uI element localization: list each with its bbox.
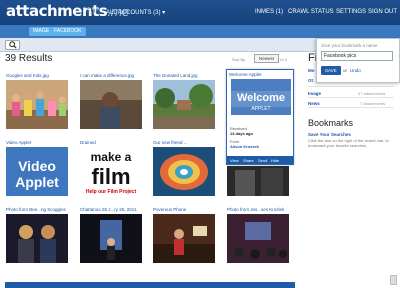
thumb-image[interactable]: make a film Help our Film Project	[80, 147, 142, 196]
sort-label: Sort By	[232, 57, 246, 62]
thumb-image[interactable]	[80, 214, 142, 263]
kids-photo	[6, 80, 68, 129]
dark-photo	[227, 166, 289, 196]
search-button[interactable]	[5, 40, 20, 50]
thumb-card[interactable]: Drained make a film Help our Film Projec…	[80, 140, 142, 196]
received-value: 13 days ago	[230, 131, 253, 136]
concert-photo	[6, 214, 68, 263]
sidebar-row-news[interactable]: News	[308, 101, 320, 106]
thumb-title[interactable]: Photo from Jes...ses Krozlek	[227, 207, 289, 213]
welcome-applet-thumbnail[interactable]: Welcome APPLET	[231, 79, 291, 115]
video-applet-art: Video Applet	[6, 147, 68, 196]
film-sub-text: Help our Film Project	[86, 189, 137, 195]
thumb-card[interactable]: Our new friend ...	[153, 140, 215, 196]
thumb-image[interactable]	[6, 80, 68, 129]
thumb-image[interactable]	[227, 166, 289, 196]
undo-link[interactable]: Undo	[350, 68, 361, 73]
thumb-card[interactable]: Poverous Phone	[153, 207, 215, 263]
thumb-card[interactable]	[227, 165, 289, 196]
applet-text: APPLET	[251, 106, 270, 112]
filter-pill-facebook[interactable]: FACEBOOK	[50, 27, 86, 36]
bookmark-popup: Give your bookmark a name Facebook pics …	[316, 38, 400, 83]
pager[interactable]: 1 to 2	[277, 57, 287, 62]
thumb-card[interactable]: Photo from Jes...ses Krozlek	[227, 207, 289, 263]
filter-bar: IMAGE FACEBOOK	[0, 25, 400, 38]
thumb-card[interactable]: The Donated Land.jpg	[153, 73, 215, 129]
search-icon	[8, 41, 17, 49]
from-value[interactable]: Alison Kroszek	[230, 144, 259, 149]
thumb-card[interactable]: Photo from Bee...ng Scoggins	[6, 207, 68, 263]
or-label: or	[343, 68, 348, 73]
save-bookmark-button[interactable]: SAVE	[321, 66, 341, 75]
settings-link[interactable]: SETTINGS	[336, 9, 366, 15]
thumb-card[interactable]: Googles and Kids.jpg	[6, 73, 68, 129]
stage-photo	[80, 214, 142, 263]
sidebar-row-image-count: 47 attachments	[358, 91, 386, 96]
film-text: film	[91, 164, 130, 189]
results-count: 39 Results	[5, 53, 53, 64]
bookmark-prompt: Give your bookmark a name	[321, 43, 378, 48]
bookmark-name-input[interactable]: Facebook pics	[321, 51, 393, 61]
top-nav-bar: attachments.me FOR ALL ACCOUNTS (3) ▾ IN…	[0, 0, 400, 25]
thumb-image[interactable]	[80, 80, 142, 129]
video-text: Video	[18, 158, 56, 174]
welcome-text: Welcome	[237, 92, 285, 104]
thumb-card[interactable]: Chattanoo 26 J...ry 26, 2011	[80, 207, 142, 263]
thumb-image[interactable]	[6, 214, 68, 263]
sidebar-divider	[308, 107, 394, 108]
sidebar-row-image[interactable]: Image	[308, 91, 321, 96]
thumb-card[interactable]: I can make a difference.jpg	[80, 73, 142, 129]
thumb-image[interactable]: Video Applet	[6, 147, 68, 196]
inbox-link[interactable]: INMES (1)	[255, 9, 283, 15]
thumb-title[interactable]: Drained	[80, 140, 142, 146]
land-photo	[153, 80, 215, 129]
make-a-film-art: make a film Help our Film Project	[80, 147, 142, 196]
speaker-photo	[153, 214, 215, 263]
sort-select[interactable]: Newest	[254, 54, 280, 63]
hide-action[interactable]: Hide	[271, 158, 279, 163]
thumb-title[interactable]: I can make a difference.jpg	[80, 73, 142, 79]
welcome-applet-art: Welcome APPLET	[231, 79, 291, 115]
for-label: FOR	[87, 9, 100, 15]
callout-actions: View Share Send Hide	[227, 156, 293, 164]
thumb-title[interactable]: Chattanoo 26 J...ry 26, 2011	[80, 207, 142, 213]
save-searches-desc: Click the star on the right of the searc…	[308, 138, 389, 148]
thumb-title[interactable]: Poverous Phone	[153, 207, 215, 213]
bookmarks-heading: Bookmarks	[308, 118, 354, 128]
thumb-image[interactable]	[153, 147, 215, 196]
thumb-title[interactable]: The Donated Land.jpg	[153, 73, 215, 79]
crawl-status-link[interactable]: CRAWL STATUS	[288, 9, 334, 15]
share-action[interactable]: Share	[243, 158, 254, 163]
selected-attachment-card[interactable]: Welcome Applet Welcome APPLET Received 1…	[226, 69, 294, 165]
swirl-art	[153, 147, 215, 196]
audience-photo	[227, 214, 289, 263]
view-action[interactable]: View	[230, 158, 239, 163]
sidebar-row-label[interactable]: Mo	[308, 68, 315, 73]
thumb-card[interactable]: Video Applet Video Applet	[6, 140, 68, 196]
accounts-dropdown[interactable]: ALL ACCOUNTS (3) ▾	[106, 9, 165, 16]
save-searches-title: Save Your Searches	[308, 132, 351, 137]
scroll-handle[interactable]	[390, 275, 397, 285]
thumb-title[interactable]: Googles and Kids.jpg	[6, 73, 68, 79]
thumb-title[interactable]: Our new friend ...	[153, 140, 215, 146]
load-more-bar[interactable]	[5, 282, 295, 288]
applet-text: Applet	[15, 174, 59, 190]
sidebar-row-news-count: 7 attachments	[360, 101, 386, 106]
sidebar-divider	[308, 86, 394, 87]
sidebar-divider	[308, 97, 394, 98]
thumb-image[interactable]	[153, 80, 215, 129]
sidebar-row-label[interactable]: Ot	[308, 78, 313, 83]
make-a-text: make a	[91, 150, 132, 164]
sign-out-link[interactable]: SIGN OUT	[368, 9, 397, 15]
send-action[interactable]: Send	[258, 158, 267, 163]
thumb-image[interactable]	[153, 214, 215, 263]
thumb-image[interactable]	[227, 214, 289, 263]
thumb-title[interactable]: Photo from Bee...ng Scoggins	[6, 207, 68, 213]
child-photo	[80, 80, 142, 129]
callout-title[interactable]: Welcome Applet	[229, 72, 261, 77]
thumb-title[interactable]: Video Applet	[6, 140, 68, 146]
